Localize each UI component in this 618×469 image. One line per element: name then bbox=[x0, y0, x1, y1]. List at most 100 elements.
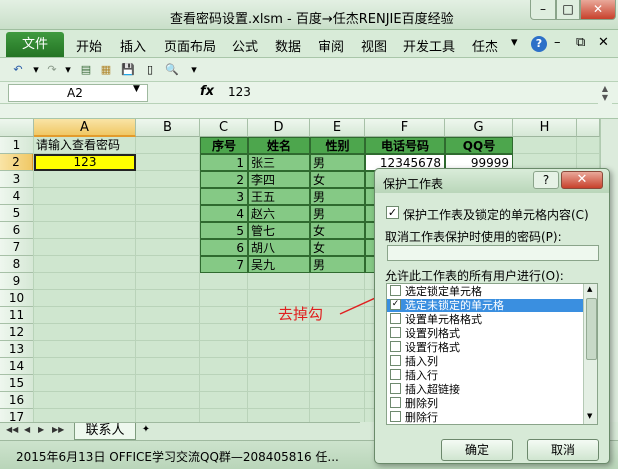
tab-data[interactable]: 数据 bbox=[275, 36, 301, 55]
column-header-c[interactable]: C bbox=[200, 119, 248, 137]
permission-item[interactable]: 设置行格式 bbox=[387, 341, 583, 354]
row-header[interactable]: 2 bbox=[0, 154, 34, 171]
password-input-cell[interactable]: 123 bbox=[34, 154, 136, 171]
next-sheet-button[interactable]: ▶ bbox=[38, 425, 44, 434]
column-header-i[interactable] bbox=[577, 119, 600, 137]
permission-item[interactable]: 删除行 bbox=[387, 411, 583, 424]
permission-item[interactable]: 插入行 bbox=[387, 369, 583, 382]
permission-item[interactable]: 设置列格式 bbox=[387, 327, 583, 340]
permission-item[interactable]: 插入超链接 bbox=[387, 383, 583, 396]
table-header-cell[interactable]: 姓名 bbox=[248, 137, 310, 154]
row-header[interactable]: 7 bbox=[0, 239, 34, 256]
permission-item[interactable]: 插入列 bbox=[387, 355, 583, 368]
protect-checkbox[interactable]: ✓ bbox=[386, 206, 399, 219]
row-header[interactable]: 1 bbox=[0, 137, 34, 154]
tab-insert[interactable]: 插入 bbox=[120, 36, 146, 55]
ok-button[interactable]: 确定 bbox=[441, 439, 513, 461]
table-header-cell[interactable]: 性别 bbox=[310, 137, 365, 154]
permission-item[interactable]: ✓ 选定未锁定的单元格 bbox=[387, 299, 583, 312]
row-header[interactable]: 5 bbox=[0, 205, 34, 222]
table-row-cell[interactable]: 管七 bbox=[248, 222, 310, 239]
select-all-corner[interactable] bbox=[0, 119, 34, 137]
permission-checkbox[interactable] bbox=[390, 285, 401, 296]
row-header[interactable]: 14 bbox=[0, 358, 34, 375]
permission-checkbox[interactable] bbox=[390, 397, 401, 408]
undo-icon[interactable]: ↶ bbox=[10, 62, 26, 78]
permission-item[interactable]: 选定锁定单元格 bbox=[387, 285, 583, 298]
table-row-cell[interactable]: 女 bbox=[310, 171, 365, 188]
sheet-tab-contacts[interactable]: 联系人 bbox=[74, 423, 136, 440]
permission-checkbox[interactable] bbox=[390, 369, 401, 380]
table-row-cell[interactable]: 女 bbox=[310, 222, 365, 239]
permission-checkbox[interactable] bbox=[390, 411, 401, 422]
table-row-cell[interactable]: 男 bbox=[310, 154, 365, 171]
help-icon[interactable]: ? bbox=[531, 36, 547, 52]
table-row-cell[interactable]: 男 bbox=[310, 205, 365, 222]
table-row-cell[interactable]: 男 bbox=[310, 256, 365, 273]
undo-dropdown-icon[interactable]: ▾ bbox=[28, 62, 44, 78]
maximize-button[interactable]: □ bbox=[556, 0, 580, 20]
permission-checkbox[interactable] bbox=[390, 355, 401, 366]
row-header[interactable]: 13 bbox=[0, 341, 34, 358]
table-row-cell[interactable]: 胡八 bbox=[248, 239, 310, 256]
prompt-cell[interactable]: 请输入查看密码 bbox=[34, 137, 136, 154]
print-preview-icon[interactable]: 🔍 bbox=[164, 62, 180, 78]
table-row-cell[interactable]: 1 bbox=[200, 154, 248, 171]
table-header-cell[interactable]: 电话号码 bbox=[365, 137, 445, 154]
column-header-e[interactable]: E bbox=[310, 119, 365, 137]
table-row-cell[interactable]: 3 bbox=[200, 188, 248, 205]
cancel-button[interactable]: 取消 bbox=[527, 439, 599, 461]
table-row-cell[interactable]: 女 bbox=[310, 239, 365, 256]
table-row-cell[interactable]: 张三 bbox=[248, 154, 310, 171]
column-header-a[interactable]: A bbox=[34, 119, 136, 137]
tab-view[interactable]: 视图 bbox=[361, 36, 387, 55]
permission-item[interactable]: 删除列 bbox=[387, 397, 583, 410]
table-row-cell[interactable]: 吴九 bbox=[248, 256, 310, 273]
prev-sheet-button[interactable]: ◀ bbox=[24, 425, 30, 434]
first-sheet-button[interactable]: ◀◀ bbox=[6, 425, 18, 434]
workbook-close-icon[interactable]: ✕ bbox=[598, 35, 609, 50]
tab-file[interactable]: 文件 bbox=[6, 32, 64, 57]
table-row-cell[interactable]: 4 bbox=[200, 205, 248, 222]
minimize-button[interactable]: – bbox=[530, 0, 556, 20]
customize-qat-icon[interactable]: ▾ bbox=[186, 62, 202, 78]
redo-icon[interactable]: ↷ bbox=[44, 62, 60, 78]
name-box[interactable]: A2 bbox=[8, 84, 148, 102]
form-icon[interactable]: ▤ bbox=[78, 62, 94, 78]
tab-renjie[interactable]: 任杰 bbox=[472, 36, 498, 55]
tab-page-layout[interactable]: 页面布局 bbox=[164, 36, 216, 55]
permission-checkbox[interactable] bbox=[390, 313, 401, 324]
tab-home[interactable]: 开始 bbox=[76, 36, 102, 55]
password-field[interactable] bbox=[387, 245, 599, 261]
workbook-restore-icon[interactable]: ⧉ bbox=[576, 35, 585, 50]
permission-list-scrollbar[interactable]: ▲ ▼ bbox=[583, 284, 597, 424]
table-row-cell[interactable]: 男 bbox=[310, 188, 365, 205]
row-header[interactable]: 12 bbox=[0, 324, 34, 341]
row-header[interactable]: 9 bbox=[0, 273, 34, 290]
column-header-f[interactable]: F bbox=[365, 119, 445, 137]
scroll-thumb[interactable] bbox=[586, 298, 597, 360]
row-header[interactable]: 8 bbox=[0, 256, 34, 273]
ribbon-collapse-icon[interactable]: ▾ bbox=[511, 35, 518, 50]
row-header[interactable]: 4 bbox=[0, 188, 34, 205]
table-row-cell[interactable]: 6 bbox=[200, 239, 248, 256]
permission-checkbox[interactable] bbox=[390, 383, 401, 394]
permission-list[interactable]: 选定锁定单元格 ✓ 选定未锁定的单元格 设置单元格格式 设置列格式 设置行格式 插入列 插入行… bbox=[386, 283, 598, 425]
row-header[interactable]: 15 bbox=[0, 375, 34, 392]
name-box-dropdown-icon[interactable]: ▼ bbox=[133, 84, 140, 94]
form2-icon[interactable]: ▦ bbox=[98, 62, 114, 78]
row-header[interactable]: 10 bbox=[0, 290, 34, 307]
formula-input[interactable]: 123 bbox=[228, 85, 251, 99]
row-header[interactable]: 17 bbox=[0, 409, 34, 422]
insert-function-icon[interactable]: fx bbox=[200, 84, 214, 99]
permission-item[interactable]: 设置单元格格式 bbox=[387, 313, 583, 326]
insert-sheet-icon[interactable]: ✦ bbox=[138, 424, 154, 439]
tab-developer[interactable]: 开发工具 bbox=[403, 36, 455, 55]
workbook-minimize-icon[interactable]: – bbox=[554, 35, 561, 50]
table-header-cell[interactable]: 序号 bbox=[200, 137, 248, 154]
row-header[interactable]: 6 bbox=[0, 222, 34, 239]
table-header-cell[interactable]: QQ号 bbox=[445, 137, 513, 154]
table-row-cell[interactable]: 5 bbox=[200, 222, 248, 239]
close-button[interactable]: ✕ bbox=[580, 0, 616, 20]
column-header-b[interactable]: B bbox=[136, 119, 200, 137]
